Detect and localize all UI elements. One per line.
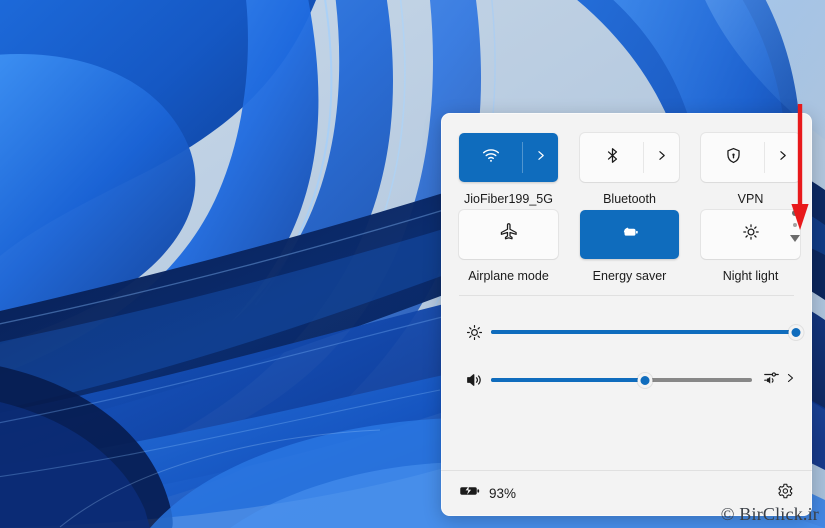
tile-night-light-label: Night light xyxy=(723,269,779,283)
settings-button[interactable] xyxy=(776,482,794,505)
tile-wifi-label: JioFiber199_5G xyxy=(464,192,553,206)
pager-dot-active[interactable] xyxy=(792,210,798,216)
quick-settings-sliders xyxy=(441,300,812,404)
quick-settings-pager xyxy=(785,210,805,242)
brightness-knob[interactable] xyxy=(789,325,804,340)
chevron-right-icon xyxy=(655,149,668,167)
volume-slider-row xyxy=(457,356,796,404)
battery-status[interactable]: 93% xyxy=(459,483,516,504)
battery-leaf-icon xyxy=(619,221,641,248)
wifi-icon xyxy=(481,145,501,170)
tile-bluetooth-control[interactable] xyxy=(580,133,679,182)
chevron-right-icon xyxy=(534,149,547,167)
tile-bluetooth-label: Bluetooth xyxy=(603,192,656,206)
chevron-right-icon xyxy=(784,371,796,389)
volume-slider[interactable] xyxy=(491,370,752,390)
tile-vpn: VPN xyxy=(701,133,800,206)
quick-settings-panel: JioFiber199_5G xyxy=(441,113,812,516)
volume-output-selector[interactable] xyxy=(752,368,796,392)
tile-wifi-expand[interactable] xyxy=(523,133,558,182)
chevron-down-triangle-icon[interactable] xyxy=(790,235,800,242)
battery-percent-label: 93% xyxy=(489,486,516,501)
airplane-icon xyxy=(499,222,519,247)
tile-bluetooth-expand[interactable] xyxy=(644,133,679,182)
shield-lock-icon xyxy=(724,146,743,170)
tile-energy-saver: Energy saver xyxy=(580,210,679,283)
tile-wifi: JioFiber199_5G xyxy=(459,133,558,206)
volume-knob[interactable] xyxy=(637,373,652,388)
speaker-icon xyxy=(457,370,491,390)
bluetooth-icon xyxy=(603,146,622,170)
tile-vpn-expand[interactable] xyxy=(765,133,800,182)
volume-fill xyxy=(491,378,645,382)
brightness-slider[interactable] xyxy=(491,322,796,342)
tile-energy-saver-label: Energy saver xyxy=(593,269,667,283)
tile-vpn-toggle[interactable] xyxy=(701,133,765,182)
tile-wifi-toggle[interactable] xyxy=(459,133,523,182)
brightness-icon xyxy=(741,222,761,247)
tile-vpn-control[interactable] xyxy=(701,133,800,182)
tile-airplane-mode: Airplane mode xyxy=(459,210,558,283)
audio-mixer-icon xyxy=(762,368,781,392)
tile-vpn-label: VPN xyxy=(738,192,764,206)
tile-bluetooth-toggle[interactable] xyxy=(580,133,644,182)
tile-bluetooth: Bluetooth xyxy=(580,133,679,206)
quick-settings-tiles: JioFiber199_5G xyxy=(441,113,812,300)
gear-icon xyxy=(776,482,794,505)
tiles-divider xyxy=(459,295,794,296)
pager-dot-inactive[interactable] xyxy=(793,223,797,227)
screen: JioFiber199_5G xyxy=(0,0,825,528)
tile-row-2: Airplane mode Energy saver xyxy=(459,210,794,283)
brightness-icon xyxy=(457,323,491,342)
watermark-text: © BirClick.ir xyxy=(721,504,819,525)
tile-airplane-mode-label: Airplane mode xyxy=(468,269,549,283)
brightness-fill xyxy=(491,330,796,334)
battery-charging-icon xyxy=(459,483,481,504)
chevron-right-icon xyxy=(776,149,789,167)
tile-wifi-control[interactable] xyxy=(459,133,558,182)
brightness-slider-row xyxy=(457,308,796,356)
tile-airplane-mode-toggle[interactable] xyxy=(459,210,558,259)
tile-energy-saver-toggle[interactable] xyxy=(580,210,679,259)
tile-row-1: JioFiber199_5G xyxy=(459,133,794,206)
